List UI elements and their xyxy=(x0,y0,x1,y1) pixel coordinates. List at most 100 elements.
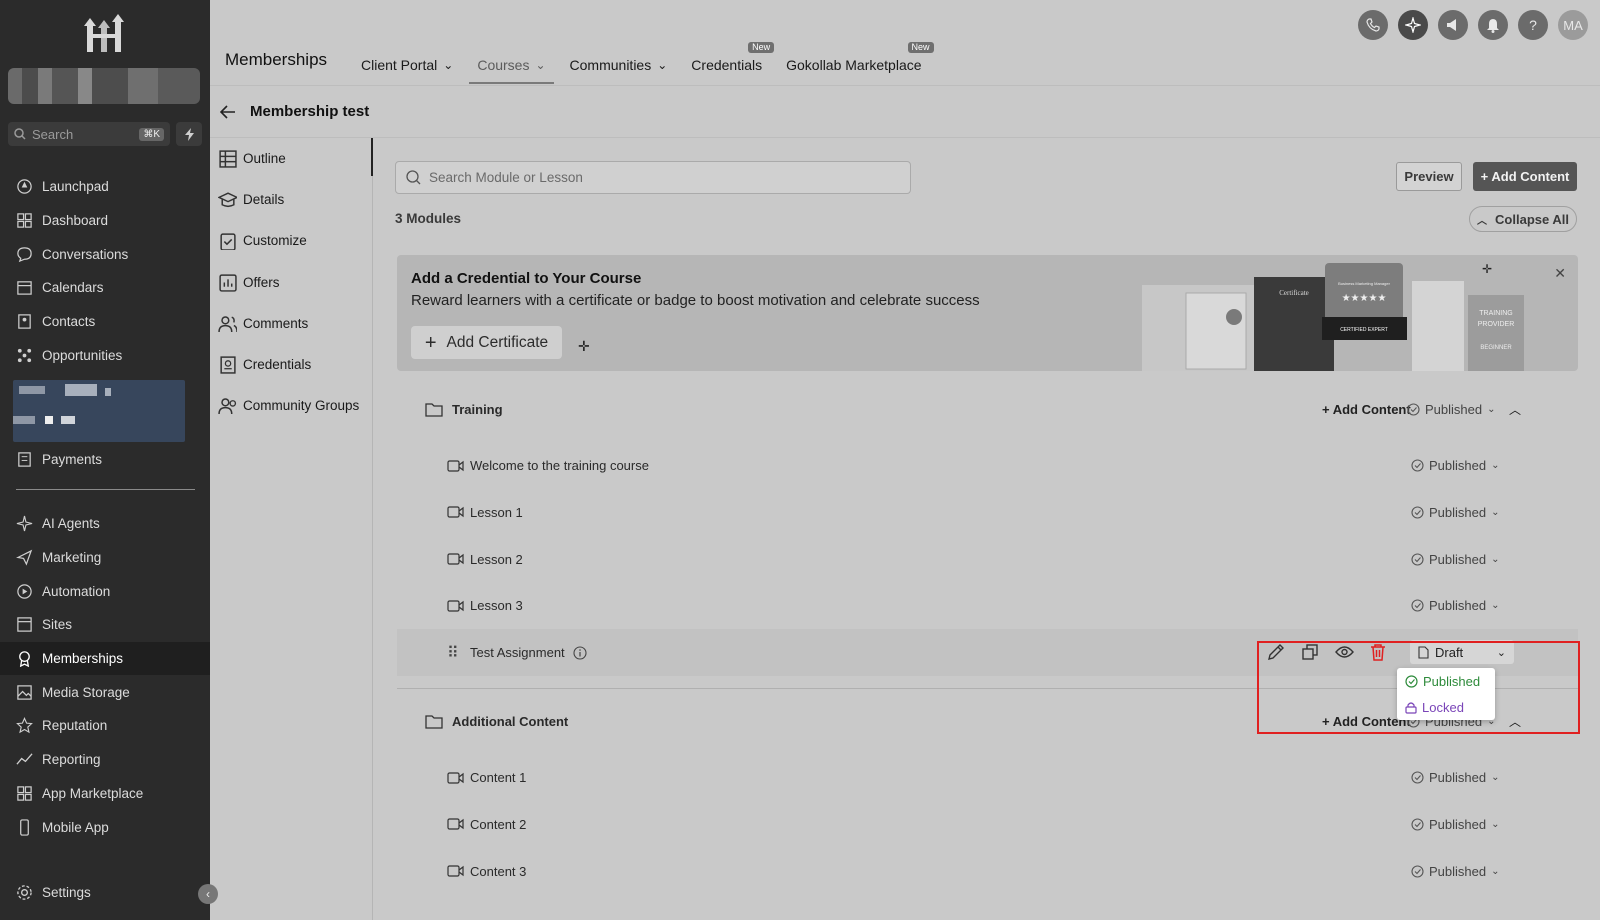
quick-action-button[interactable] xyxy=(176,122,202,146)
status-select[interactable]: Published ⌄ xyxy=(1411,817,1500,832)
sidebar-item-app-marketplace[interactable]: App Marketplace xyxy=(0,777,210,811)
sidebar-item-label: Media Storage xyxy=(42,684,130,700)
sidebar-item-ai-agents[interactable]: AI Agents xyxy=(0,507,210,541)
tab-gokollab-marketplace[interactable]: Gokollab Marketplace New xyxy=(778,42,934,76)
sidebar-item-opportunities[interactable]: Opportunities xyxy=(0,338,210,372)
info-icon[interactable] xyxy=(573,646,587,660)
add-certificate-button[interactable]: + Add Certificate xyxy=(411,326,562,359)
module-search-input[interactable]: Search Module or Lesson xyxy=(395,161,911,194)
sidebar-item-conversations[interactable]: Conversations xyxy=(0,237,210,271)
subnav-item-comments[interactable]: Comments xyxy=(210,303,372,344)
video-icon xyxy=(447,865,464,877)
sidebar-item-payments[interactable]: Payments xyxy=(0,443,210,477)
sidebar-item-label: Reputation xyxy=(42,718,108,734)
sidebar-item-sites[interactable]: Sites xyxy=(0,608,210,642)
lesson-title: Content 1 xyxy=(470,770,527,785)
lesson-row[interactable]: Content 3 Published ⌄ xyxy=(397,848,1578,895)
highlight-annotation xyxy=(1257,641,1580,734)
preview-button[interactable]: Preview xyxy=(1396,162,1462,191)
tab-courses[interactable]: Courses ⌄ xyxy=(469,54,554,84)
status-select[interactable]: Published ⌄ xyxy=(1411,505,1500,520)
sidebar-item-reporting[interactable]: Reporting xyxy=(0,743,210,777)
left-sidebar: Search ⌘K Launchpad Dashboard Conversation… xyxy=(0,0,218,920)
lesson-row[interactable]: Lesson 2 Published ⌄ xyxy=(397,536,1578,583)
account-switcher[interactable] xyxy=(8,68,200,104)
status-select[interactable]: Published ⌄ xyxy=(1411,598,1500,613)
subnav-item-label: Offers xyxy=(243,274,280,290)
tab-communities[interactable]: Communities ⌄ xyxy=(562,54,676,76)
status-select[interactable]: Published ⌄ xyxy=(1411,552,1500,567)
drag-handle-icon[interactable]: ⠿ xyxy=(447,643,459,663)
subnav-item-details[interactable]: Details xyxy=(210,179,372,220)
art-badge-text: CERTIFIED EXPERT xyxy=(1340,327,1388,333)
folder-icon xyxy=(425,402,443,417)
sidebar-item-contacts[interactable]: Contacts xyxy=(0,305,210,339)
close-banner-button[interactable]: ✕ xyxy=(1554,265,1566,282)
chevron-down-icon: ⌄ xyxy=(443,58,454,72)
help-button[interactable]: ? xyxy=(1518,10,1548,40)
memberships-icon xyxy=(19,651,30,668)
sidebar-item-media-storage[interactable]: Media Storage xyxy=(0,675,210,709)
check-circle-icon xyxy=(1411,506,1424,519)
notifications-button[interactable] xyxy=(1478,10,1508,40)
new-badge: New xyxy=(748,42,775,53)
search-icon xyxy=(14,128,26,140)
lesson-row[interactable]: Lesson 1 Published ⌄ xyxy=(397,489,1578,536)
sidebar-item-label: Memberships xyxy=(42,651,124,667)
chevron-down-icon: ⌄ xyxy=(1491,506,1500,518)
sidebar-item-label: Dashboard xyxy=(42,213,109,229)
status-select[interactable]: Published ⌄ xyxy=(1407,402,1496,417)
subnav-item-offers[interactable]: Offers xyxy=(210,262,372,303)
cursor-icon: ✛ xyxy=(1482,262,1493,276)
check-circle-icon xyxy=(1411,818,1424,831)
status-select[interactable]: Published ⌄ xyxy=(1411,864,1500,879)
lesson-row[interactable]: Lesson 3 Published ⌄ xyxy=(397,582,1578,629)
module-row[interactable]: Training + Add Content Published ⌄ ︿ xyxy=(397,386,1578,433)
subnav-item-outline[interactable]: Outline xyxy=(210,138,372,179)
announcements-button[interactable] xyxy=(1438,10,1468,40)
sidebar-item-settings[interactable]: Settings xyxy=(0,876,210,910)
tab-credentials[interactable]: Credentials New xyxy=(683,42,775,76)
tab-label: Gokollab Marketplace xyxy=(786,57,922,73)
phone-button[interactable] xyxy=(1358,10,1388,40)
sidebar-item-mobile-app[interactable]: Mobile App xyxy=(0,810,210,844)
subnav-item-community-groups[interactable]: Community Groups xyxy=(210,385,372,426)
user-avatar[interactable]: MA xyxy=(1558,10,1588,40)
sidebar-item-launchpad[interactable]: Launchpad xyxy=(0,170,210,204)
sidebar-item-automation[interactable]: Automation xyxy=(0,574,210,608)
image-icon xyxy=(17,685,32,700)
subnav-item-credentials[interactable]: Credentials xyxy=(210,344,372,385)
module-add-content-button[interactable]: + Add Content xyxy=(1322,402,1411,417)
app-logo[interactable] xyxy=(80,14,128,54)
sidebar-item-calendars[interactable]: Calendars xyxy=(0,271,210,305)
chevron-up-icon[interactable]: ︿ xyxy=(1509,401,1521,418)
blurred-nav-section xyxy=(13,380,185,442)
lesson-title: Content 3 xyxy=(470,863,527,879)
video-icon xyxy=(447,600,464,612)
lesson-row[interactable]: Welcome to the training course Published ⌄ xyxy=(397,442,1578,489)
plus-icon: + xyxy=(424,331,437,354)
sidebar-search[interactable]: Search ⌘K xyxy=(8,122,170,146)
sidebar-item-marketing[interactable]: Marketing xyxy=(0,541,210,575)
ai-assistant-button[interactable] xyxy=(1398,10,1428,40)
check-circle-icon xyxy=(1411,599,1424,612)
subnav-item-label: Outline xyxy=(243,151,286,167)
sidebar-item-memberships[interactable]: Memberships xyxy=(0,641,210,676)
collapse-all-button[interactable]: ︿ Collapse All xyxy=(1469,206,1577,232)
lesson-row[interactable]: Content 2 Published ⌄ xyxy=(397,801,1578,848)
sidebar-item-dashboard[interactable]: Dashboard xyxy=(0,204,210,238)
status-select[interactable]: Published ⌄ xyxy=(1411,770,1500,785)
add-content-button[interactable]: + Add Content xyxy=(1473,162,1577,191)
lesson-row[interactable]: Content 1 Published ⌄ xyxy=(397,754,1578,801)
users-icon xyxy=(218,316,237,332)
status-select[interactable]: Published ⌄ xyxy=(1411,458,1500,473)
sparkle-icon xyxy=(1405,17,1421,33)
sidebar-item-label: Launchpad xyxy=(42,179,109,195)
subnav-item-customize[interactable]: Customize xyxy=(210,220,372,261)
back-arrow-icon[interactable] xyxy=(220,104,236,119)
chat-icon xyxy=(17,246,32,262)
art-certificate-text: Certificate xyxy=(1279,289,1309,297)
tab-client-portal[interactable]: Client Portal ⌄ xyxy=(353,54,461,76)
top-bar: Memberships Client Portal ⌄ Courses ⌄ Commun… xyxy=(210,0,1600,86)
sidebar-item-reputation[interactable]: Reputation xyxy=(0,709,210,743)
